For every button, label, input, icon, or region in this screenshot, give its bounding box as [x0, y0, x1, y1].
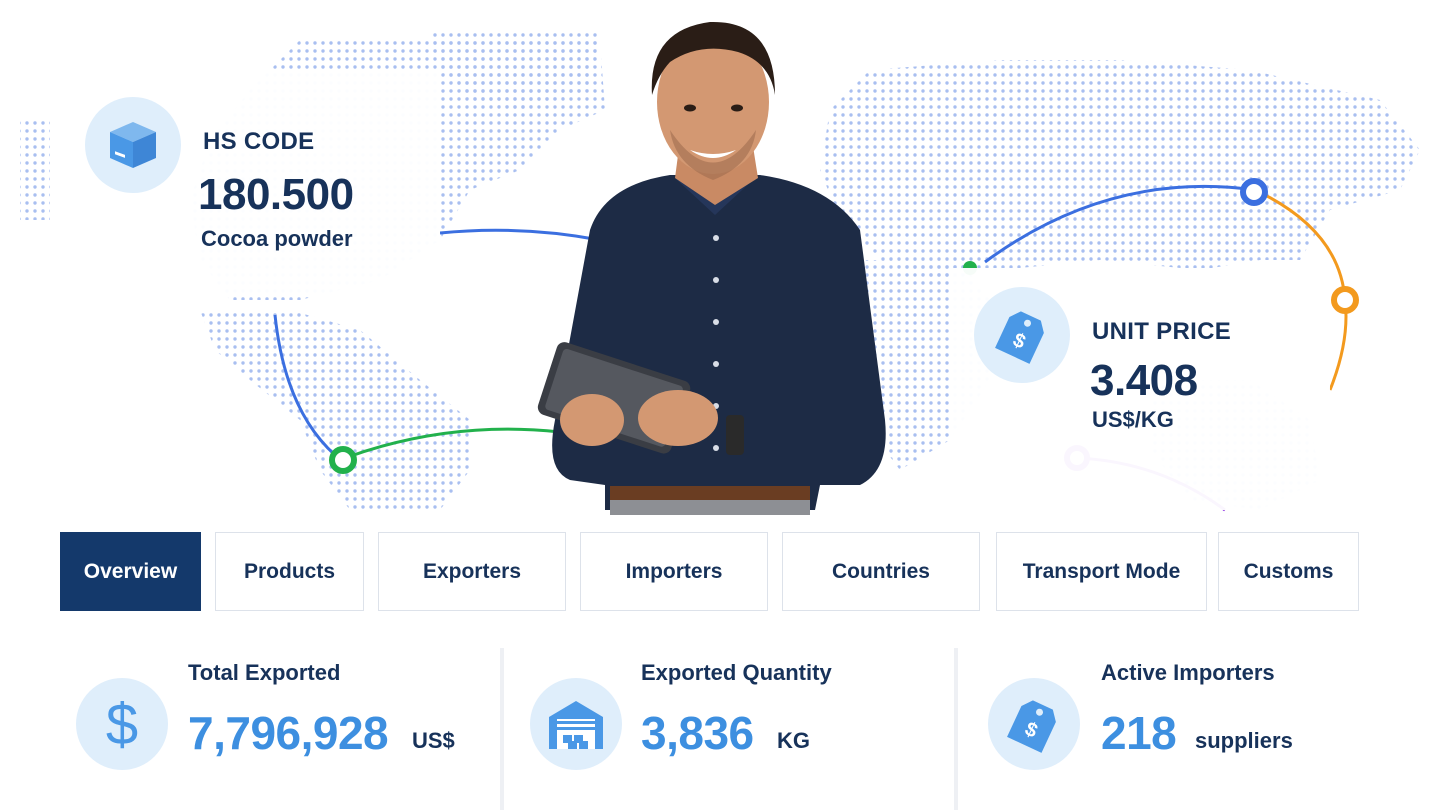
tab-customs[interactable]: Customs — [1218, 532, 1359, 611]
unit-price-label: UNIT PRICE — [1092, 318, 1232, 345]
unit-price-unit: US$/KG — [1092, 407, 1174, 432]
tab-countries[interactable]: Countries — [782, 532, 980, 611]
tab-products[interactable]: Products — [215, 532, 364, 611]
node-blue — [1240, 178, 1268, 206]
tab-overview[interactable]: Overview — [60, 532, 201, 611]
stat-active-importers: $ Active Importers 218 suppliers — [958, 648, 1440, 810]
hs-code-value: 180.500 — [198, 170, 354, 219]
dollar-icon: $ — [76, 678, 168, 770]
unit-price-card: $ UNIT PRICE 3.408 US$/KG — [950, 268, 1330, 510]
hs-code-description: Cocoa powder — [201, 226, 353, 251]
tab-bar: Overview Products Exporters Importers Co… — [0, 532, 1440, 612]
stat-title: Total Exported — [188, 660, 341, 685]
price-tag-icon: $ — [974, 287, 1070, 383]
stat-value: 7,796,928 — [188, 707, 389, 759]
node-orange — [1331, 286, 1359, 314]
tab-transport-mode[interactable]: Transport Mode — [996, 532, 1207, 611]
node-green — [329, 446, 357, 474]
warehouse-icon — [530, 678, 622, 770]
stat-title: Exported Quantity — [641, 660, 832, 685]
stat-title: Active Importers — [1101, 660, 1275, 685]
tab-importers[interactable]: Importers — [580, 532, 768, 611]
stat-unit: US$ — [412, 728, 455, 753]
tab-exporters[interactable]: Exporters — [378, 532, 566, 611]
stat-value: 218 — [1101, 707, 1177, 759]
svg-text:$: $ — [106, 694, 138, 754]
person-with-tablet-image — [537, 21, 886, 515]
box-icon — [85, 97, 181, 193]
dashboard-hero: HS CODE 180.500 Cocoa powder $ UNIT PRIC… — [0, 0, 1440, 810]
hs-code-card: HS CODE 180.500 Cocoa powder — [55, 70, 440, 295]
stat-unit: KG — [777, 728, 810, 753]
hs-code-label: HS CODE — [203, 128, 315, 155]
stat-exported-quantity: Exported Quantity 3,836 KG — [504, 648, 954, 810]
stat-unit: suppliers — [1195, 728, 1293, 753]
stat-total-exported: $ Total Exported 7,796,928 US$ — [0, 648, 500, 810]
stat-value: 3,836 — [641, 707, 754, 759]
price-tag-icon: $ — [988, 678, 1080, 770]
unit-price-value: 3.408 — [1090, 356, 1198, 405]
stats-row: $ Total Exported 7,796,928 US$ Exported … — [0, 648, 1440, 810]
